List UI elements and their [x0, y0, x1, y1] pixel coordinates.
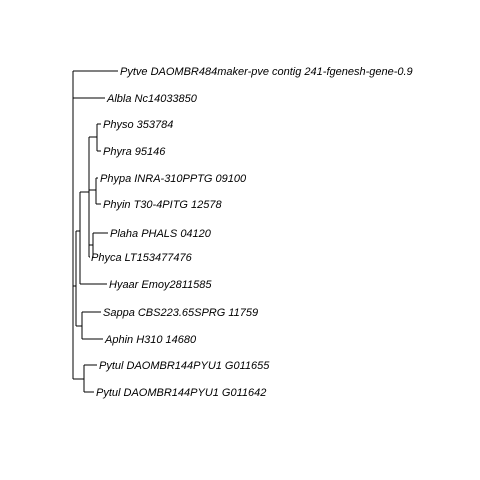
leaf-label-hyaar: Hyaar Emoy2811585 — [109, 279, 212, 291]
tree-canvas: Pytve DAOMBR484maker-pve contig 241-fgen… — [0, 0, 480, 480]
leaf-label-pytve: Pytve DAOMBR484maker-pve contig 241-fgen… — [120, 66, 413, 78]
phylogenetic-tree: Pytve DAOMBR484maker-pve contig 241-fgen… — [72, 66, 413, 399]
leaf-label-sappa: Sappa CBS223.65SPRG 11759 — [103, 307, 258, 319]
leaf-label-phyca: Phyca LT153477476 — [91, 252, 193, 264]
leaf-label-phyra: Phyra 95146 — [103, 146, 166, 158]
leaf-label-physo: Physo 353784 — [103, 119, 173, 131]
leaf-labels: Pytve DAOMBR484maker-pve contig 241-fgen… — [91, 66, 413, 399]
leaf-label-pytul1: Pytul DAOMBR144PYU1 G011655 — [99, 360, 270, 372]
leaf-label-phyin: Phyin T30-4PITG 12578 — [103, 199, 223, 211]
leaf-label-plaha: Plaha PHALS 04120 — [110, 228, 212, 240]
leaf-label-aphin: Aphin H310 14680 — [104, 334, 197, 346]
leaf-label-pytul2: Pytul DAOMBR144PYU1 G011642 — [96, 387, 266, 399]
leaf-label-albla: Albla Nc14033850 — [106, 93, 198, 105]
leaf-label-phypa: Phypa INRA-310PPTG 09100 — [100, 173, 247, 185]
